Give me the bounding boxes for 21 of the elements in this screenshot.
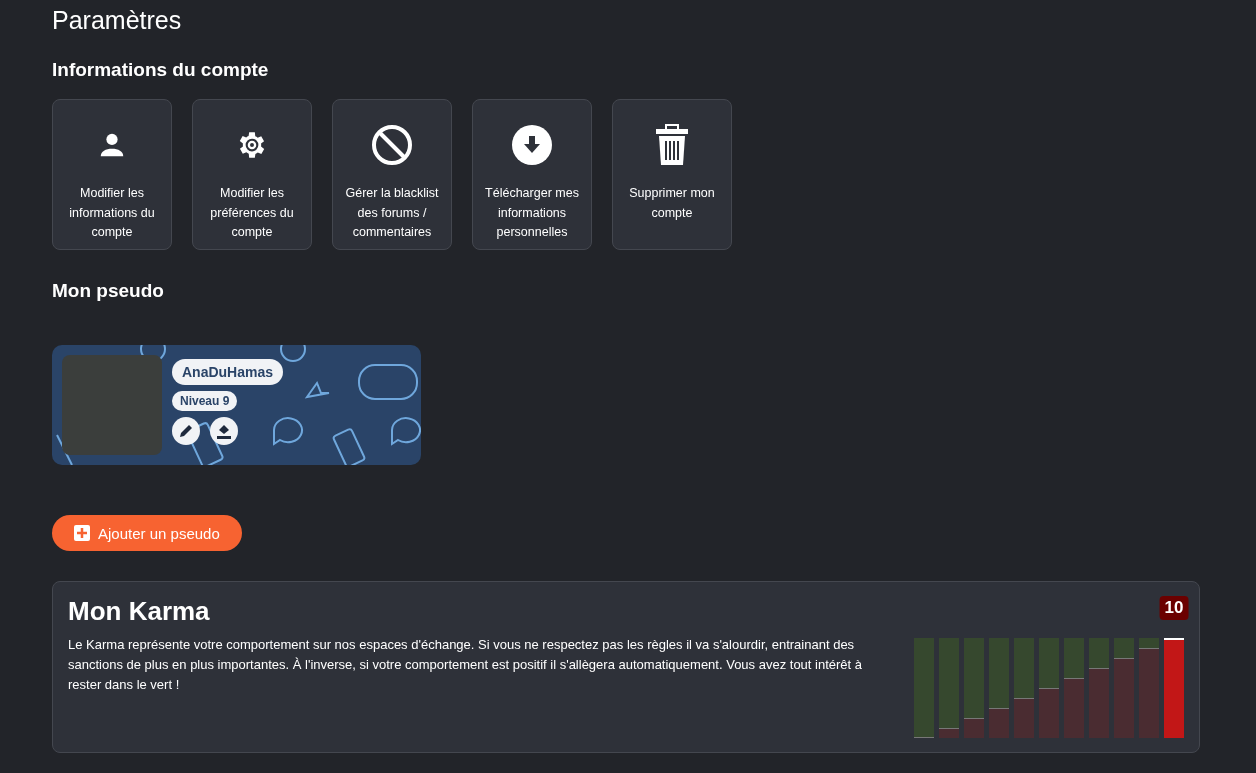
account-action-button[interactable]: Gérer la blacklist des forums / commentaires [332, 99, 452, 250]
plus-icon [74, 525, 90, 541]
color-button[interactable] [210, 417, 238, 445]
level-badge: Niveau 9 [172, 391, 238, 411]
account-action-button[interactable]: Supprimer mon compte [612, 99, 732, 250]
karma-value-badge: 10 [1159, 596, 1189, 620]
page-title: Paramètres [52, 6, 183, 35]
pencil-icon [179, 424, 193, 438]
karma-title: Mon Karma [68, 596, 211, 627]
section-heading: Informations du compte [52, 59, 270, 81]
section-heading: Mon pseudo [52, 280, 165, 302]
trash-icon [655, 124, 689, 166]
account-action-button[interactable]: Modifier les préférences du compte [192, 99, 312, 250]
edit-button[interactable] [172, 417, 200, 445]
pseudo-name: AnaDuHamas [172, 359, 284, 385]
download-icon [511, 124, 553, 166]
prohibited-icon [371, 124, 413, 166]
karma-description: Le Karma représente votre comportement sur nos espaces d'échange. Si vous ne respectez pas les règles il va s'alourdir, entrainant des sanctions de plus en plus importantes. À l'inverse, si votre comportement est positif il s'allègera automatiquement. Vous avez tout intérêt à rester dans le vert ! [68, 636, 864, 694]
account-action-button[interactable]: Télécharger mes informations personnelles [472, 99, 592, 250]
paint-bucket-icon [216, 423, 232, 439]
account-action-button[interactable]: Modifier les informations du compte [52, 99, 172, 250]
